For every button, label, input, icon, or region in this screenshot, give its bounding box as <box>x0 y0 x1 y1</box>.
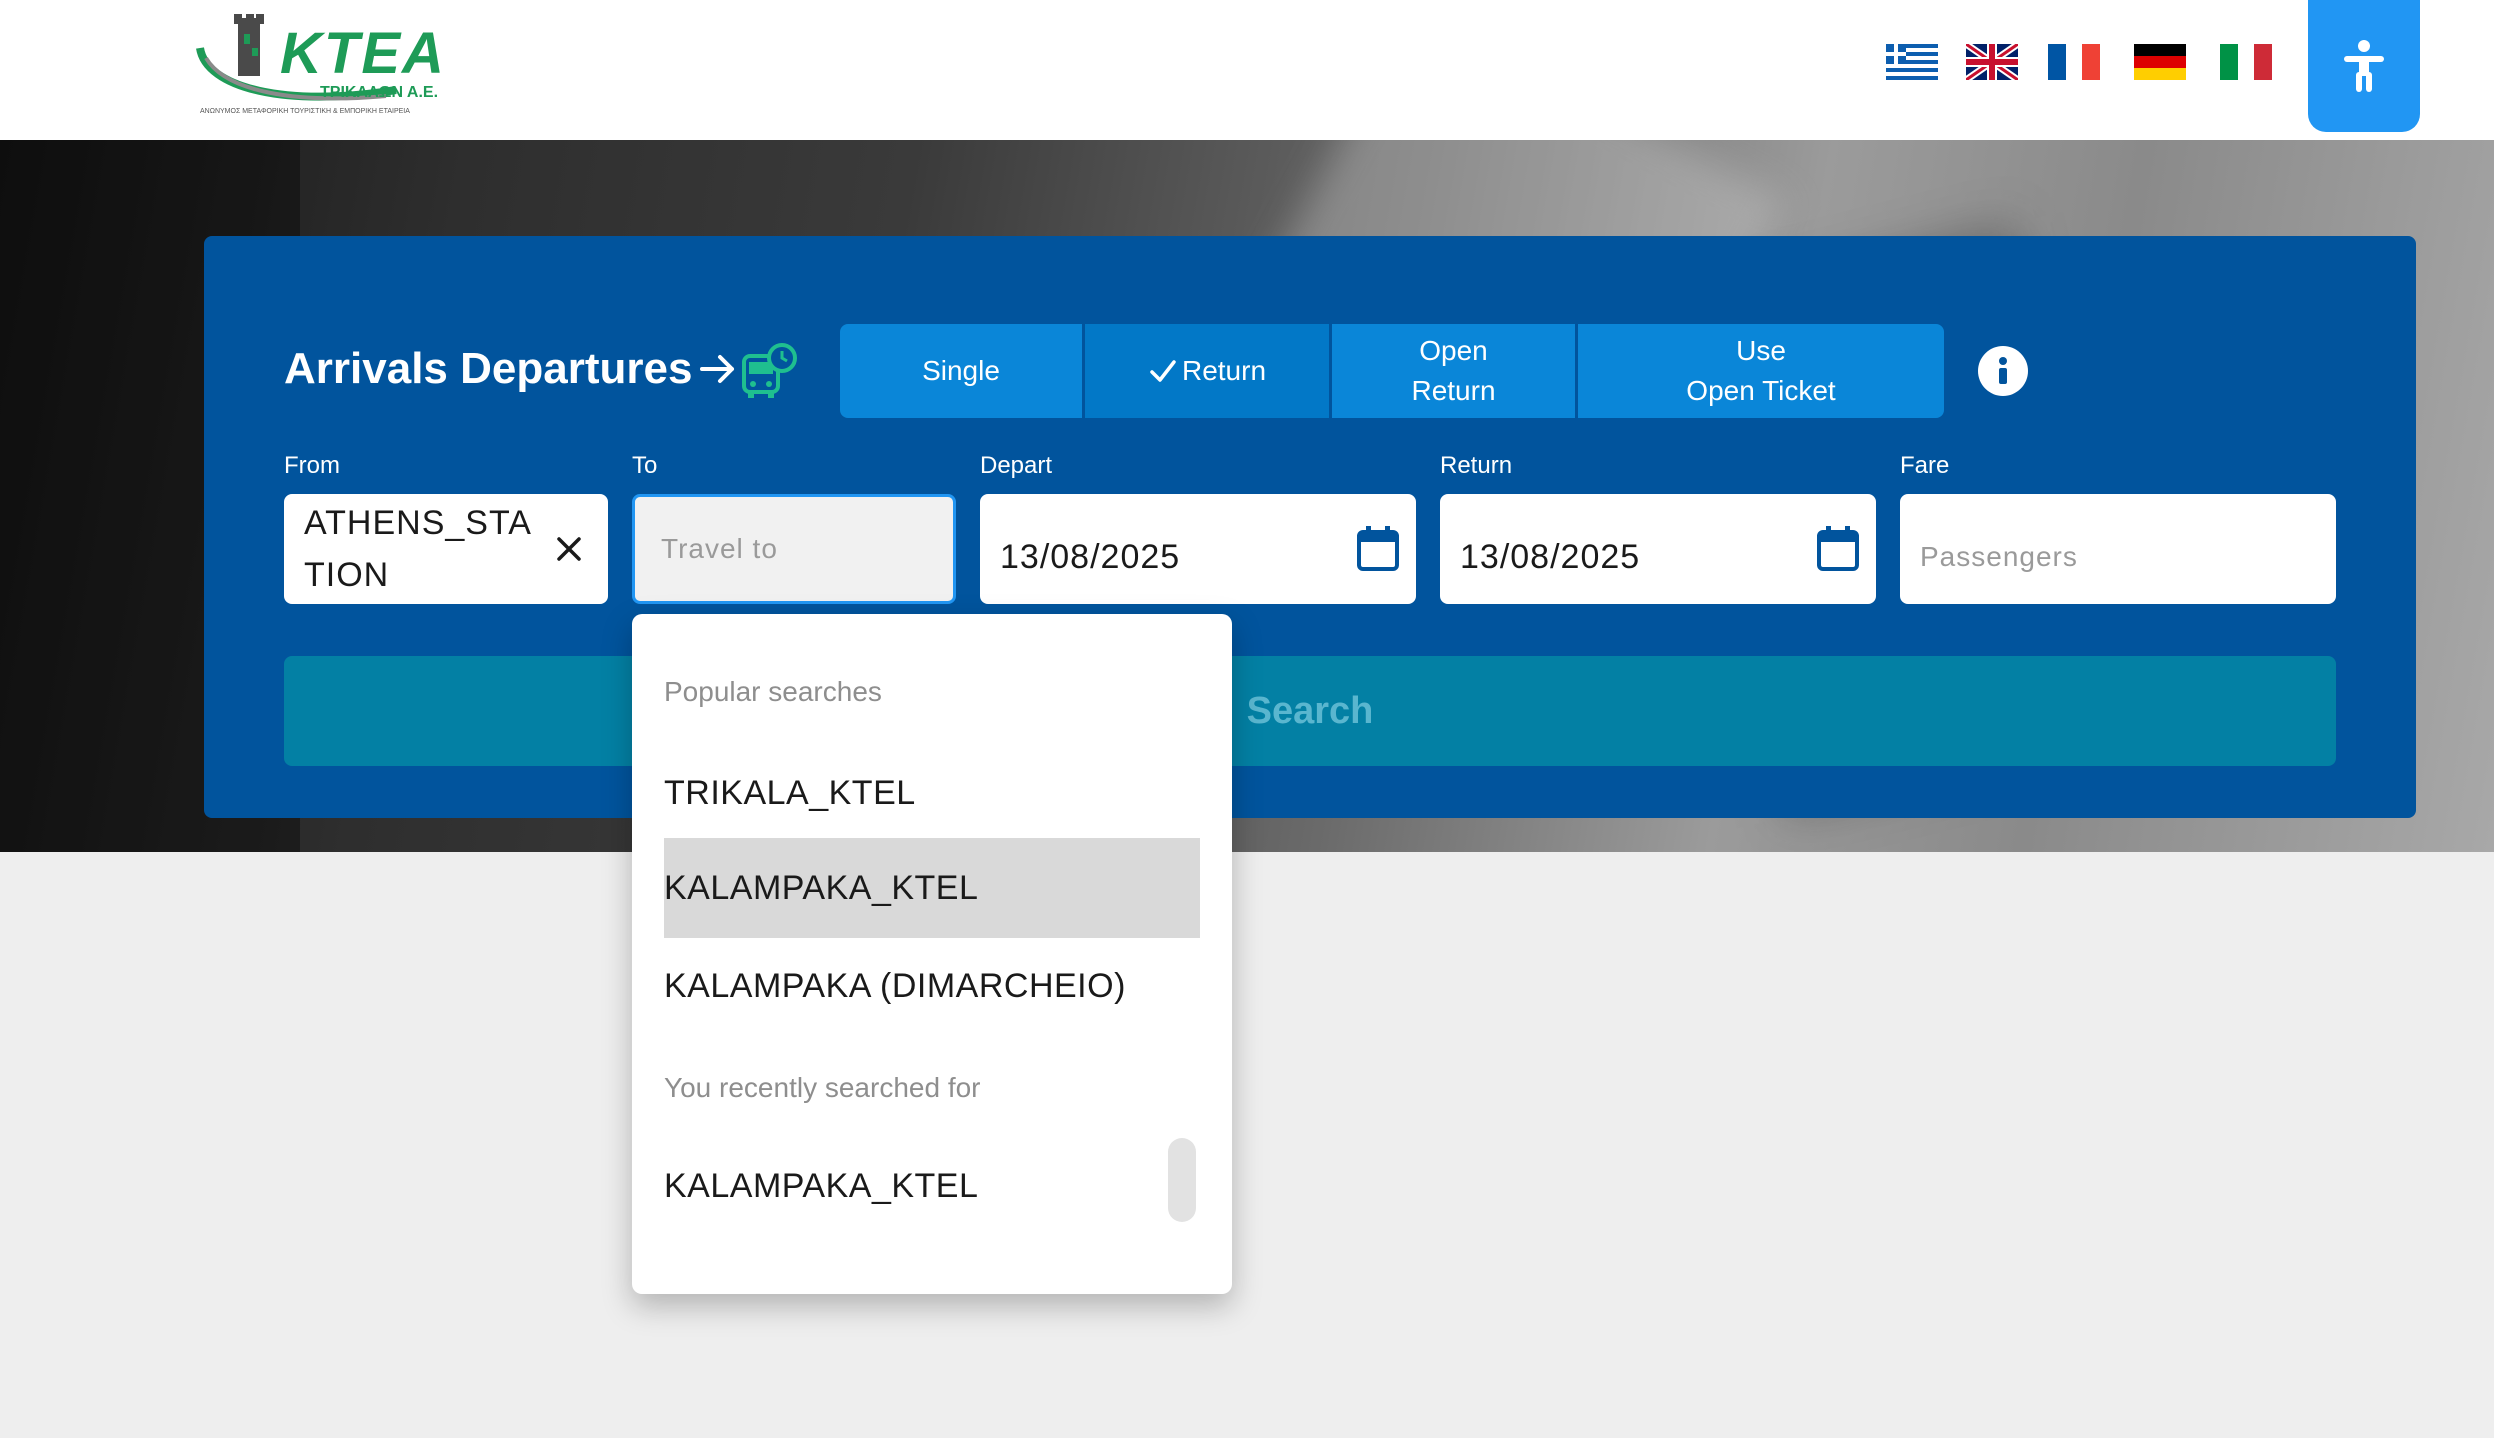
depart-value: 13/08/2025 <box>1000 537 1181 576</box>
passengers-field[interactable]: Passengers <box>1900 494 2336 604</box>
arrow-right-icon <box>700 355 735 383</box>
uk-flag-icon[interactable] <box>1966 44 2018 80</box>
destination-dropdown: Popular searches TRIKALA_KTEL KALAMPAKA_… <box>632 614 1232 1294</box>
info-icon[interactable] <box>1978 346 2028 396</box>
return-value: 13/08/2025 <box>1460 537 1641 576</box>
list-item[interactable]: KALAMPAKA (DIMARCHEIO) <box>664 936 1200 1036</box>
check-icon <box>1150 360 1176 382</box>
to-placeholder: Travel to <box>661 533 778 564</box>
passengers-placeholder: Passengers <box>1920 541 2078 572</box>
from-label: From <box>284 452 340 479</box>
popular-item-kalampaka-dimarcheio: KALAMPAKA (DIMARCHEIO) <box>664 966 1126 1005</box>
booking-title: Arrivals Departures <box>284 344 738 394</box>
booking-title-text: Arrivals Departures <box>284 344 693 393</box>
calendar-icon[interactable] <box>1816 526 1860 572</box>
tab-single[interactable]: Single <box>840 324 1082 418</box>
tab-use-open-ticket-label: Use Open Ticket <box>1686 335 1836 406</box>
from-value: ATHENS_STA TION <box>304 504 532 594</box>
search-button[interactable]: Search <box>284 656 2336 766</box>
to-label: To <box>632 452 658 479</box>
clear-icon[interactable] <box>554 534 584 564</box>
ktel-logo[interactable]: KTEA ΤΡΙΚΑΛΩΝ Α.Ε. ΑΝΩΝΥΜΟΣ ΜΕΤΑΦΟΡΙΚΗ Τ… <box>196 8 446 124</box>
tab-open-return[interactable]: Open Return <box>1332 324 1575 418</box>
tab-return-label: Return <box>1181 355 1267 386</box>
depart-label: Depart <box>980 452 1053 479</box>
recent-item-kalampaka: KALAMPAKA_KTEL <box>664 1166 979 1205</box>
site-header: KTEA ΤΡΙΚΑΛΩΝ Α.Ε. ΑΝΩΝΥΜΟΣ ΜΕΤΑΦΟΡΙΚΗ Τ… <box>0 0 2494 140</box>
list-item[interactable]: KALAMPAKA_KTEL <box>664 838 1200 938</box>
popular-searches-heading: Popular searches <box>664 676 882 707</box>
return-label: Return <box>1440 452 1513 479</box>
list-item[interactable]: KALAMPAKA_KTEL <box>664 1136 1144 1236</box>
german-flag-icon[interactable] <box>2134 44 2186 80</box>
tab-single-label: Single <box>922 355 1000 386</box>
calendar-icon[interactable] <box>1356 526 1400 572</box>
accessibility-button[interactable] <box>2308 0 2420 132</box>
tab-return[interactable]: Return <box>1085 324 1329 418</box>
depart-date-field[interactable]: 13/08/2025 <box>980 494 1416 604</box>
logo-subtitle: ΤΡΙΚΑΛΩΝ Α.Ε. <box>320 84 439 101</box>
italian-flag-icon[interactable] <box>2220 44 2272 80</box>
bus-schedule-icon <box>742 343 797 398</box>
logo-text: KTEA <box>280 21 446 86</box>
tab-open-return-label: Open Return <box>1411 335 1496 406</box>
trip-type-tabs: Single Return Open Return Use Open Ticke… <box>840 324 1944 418</box>
fare-label: Fare <box>1900 452 1950 479</box>
from-field[interactable]: ATHENS_STA TION <box>284 494 608 604</box>
booking-panel: Arrivals Departures Single Return Open R… <box>204 236 2416 818</box>
recent-searches-heading: You recently searched for <box>664 1072 981 1103</box>
return-date-field[interactable]: 13/08/2025 <box>1440 494 1876 604</box>
list-item[interactable]: TRIKALA_KTEL <box>664 768 1200 818</box>
french-flag-icon[interactable] <box>2048 44 2100 80</box>
popular-item-trikala: TRIKALA_KTEL <box>664 773 916 812</box>
dropdown-scrollbar[interactable] <box>1168 1138 1196 1222</box>
popular-item-kalampaka: KALAMPAKA_KTEL <box>664 868 979 907</box>
search-button-label: Search <box>1246 689 1374 732</box>
tab-use-open-ticket[interactable]: Use Open Ticket <box>1578 324 1944 418</box>
to-field[interactable]: Travel to <box>632 494 956 604</box>
logo-tagline: ΑΝΩΝΥΜΟΣ ΜΕΤΑΦΟΡΙΚΗ ΤΟΥΡΙΣΤΙΚΗ & ΕΜΠΟΡΙΚ… <box>200 108 410 115</box>
greek-flag-icon[interactable] <box>1886 44 1938 80</box>
accessibility-icon <box>2344 40 2384 92</box>
